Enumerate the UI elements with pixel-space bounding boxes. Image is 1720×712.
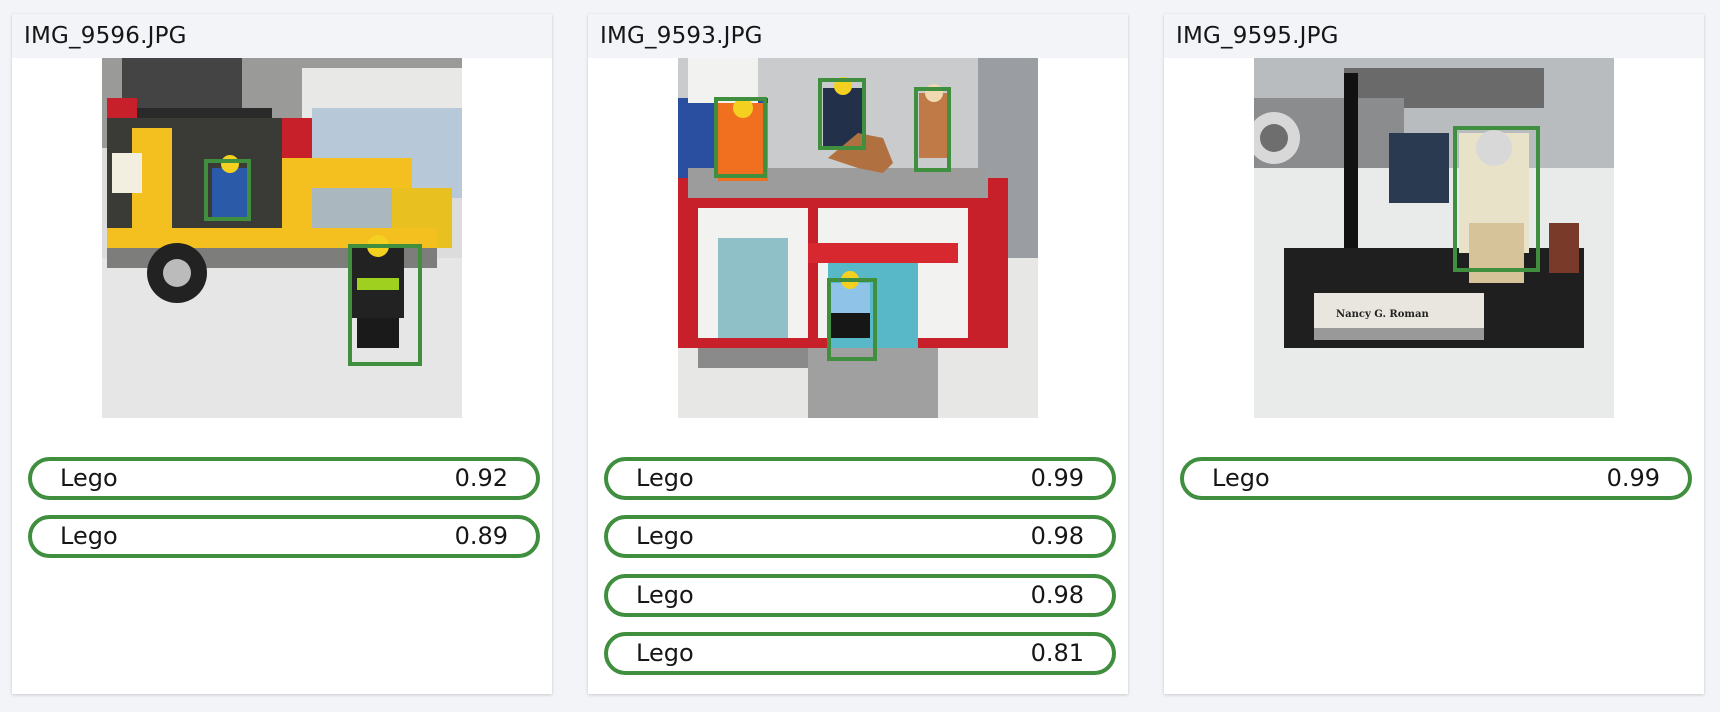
- detection-score: 0.89: [454, 522, 508, 550]
- photo-telescope: Nancy G. Roman: [1254, 58, 1614, 418]
- detection-score: 0.98: [1030, 581, 1084, 609]
- result-card[interactable]: IMG_9596.JPG Lego 0.92 Lego 0.89: [12, 14, 552, 694]
- detection-row[interactable]: Lego 0.98: [604, 515, 1116, 558]
- detection-row[interactable]: Lego 0.89: [28, 515, 540, 558]
- detection-label: Lego: [636, 581, 694, 609]
- result-card[interactable]: IMG_9595.JPG Nancy G. Roman Lego 0.99: [1164, 14, 1704, 694]
- detection-box: [827, 278, 877, 361]
- detection-row[interactable]: Lego 0.81: [604, 632, 1116, 675]
- detection-label: Lego: [1212, 464, 1270, 492]
- detection-box: [914, 87, 951, 172]
- detection-label: Lego: [636, 639, 694, 667]
- plaque-text: Nancy G. Roman: [1336, 309, 1429, 320]
- detection-box: [818, 78, 866, 150]
- detection-row[interactable]: Lego 0.99: [604, 457, 1116, 500]
- detection-box: [348, 244, 422, 366]
- detection-row[interactable]: Lego 0.98: [604, 574, 1116, 617]
- detection-label: Lego: [60, 522, 118, 550]
- detection-image: [102, 58, 462, 418]
- detection-label: Lego: [636, 522, 694, 550]
- detection-row[interactable]: Lego 0.92: [28, 457, 540, 500]
- detection-row[interactable]: Lego 0.99: [1180, 457, 1692, 500]
- detection-label: Lego: [636, 464, 694, 492]
- file-name: IMG_9593.JPG: [588, 14, 1128, 58]
- detection-score: 0.92: [454, 464, 508, 492]
- file-name: IMG_9596.JPG: [12, 14, 552, 58]
- detection-image: Nancy G. Roman: [1254, 58, 1614, 418]
- result-card[interactable]: IMG_9593.JPG Lego 0.99 Lego 0.98 Lego 0.…: [588, 14, 1128, 694]
- file-name: IMG_9595.JPG: [1164, 14, 1704, 58]
- detection-box: [714, 97, 767, 178]
- detection-score: 0.81: [1030, 639, 1084, 667]
- detection-image: [678, 58, 1038, 418]
- detection-score: 0.99: [1030, 464, 1084, 492]
- detection-box: [1453, 126, 1540, 272]
- detection-label: Lego: [60, 464, 118, 492]
- detection-score: 0.98: [1030, 522, 1084, 550]
- detection-score: 0.99: [1606, 464, 1660, 492]
- detection-box: [204, 159, 251, 221]
